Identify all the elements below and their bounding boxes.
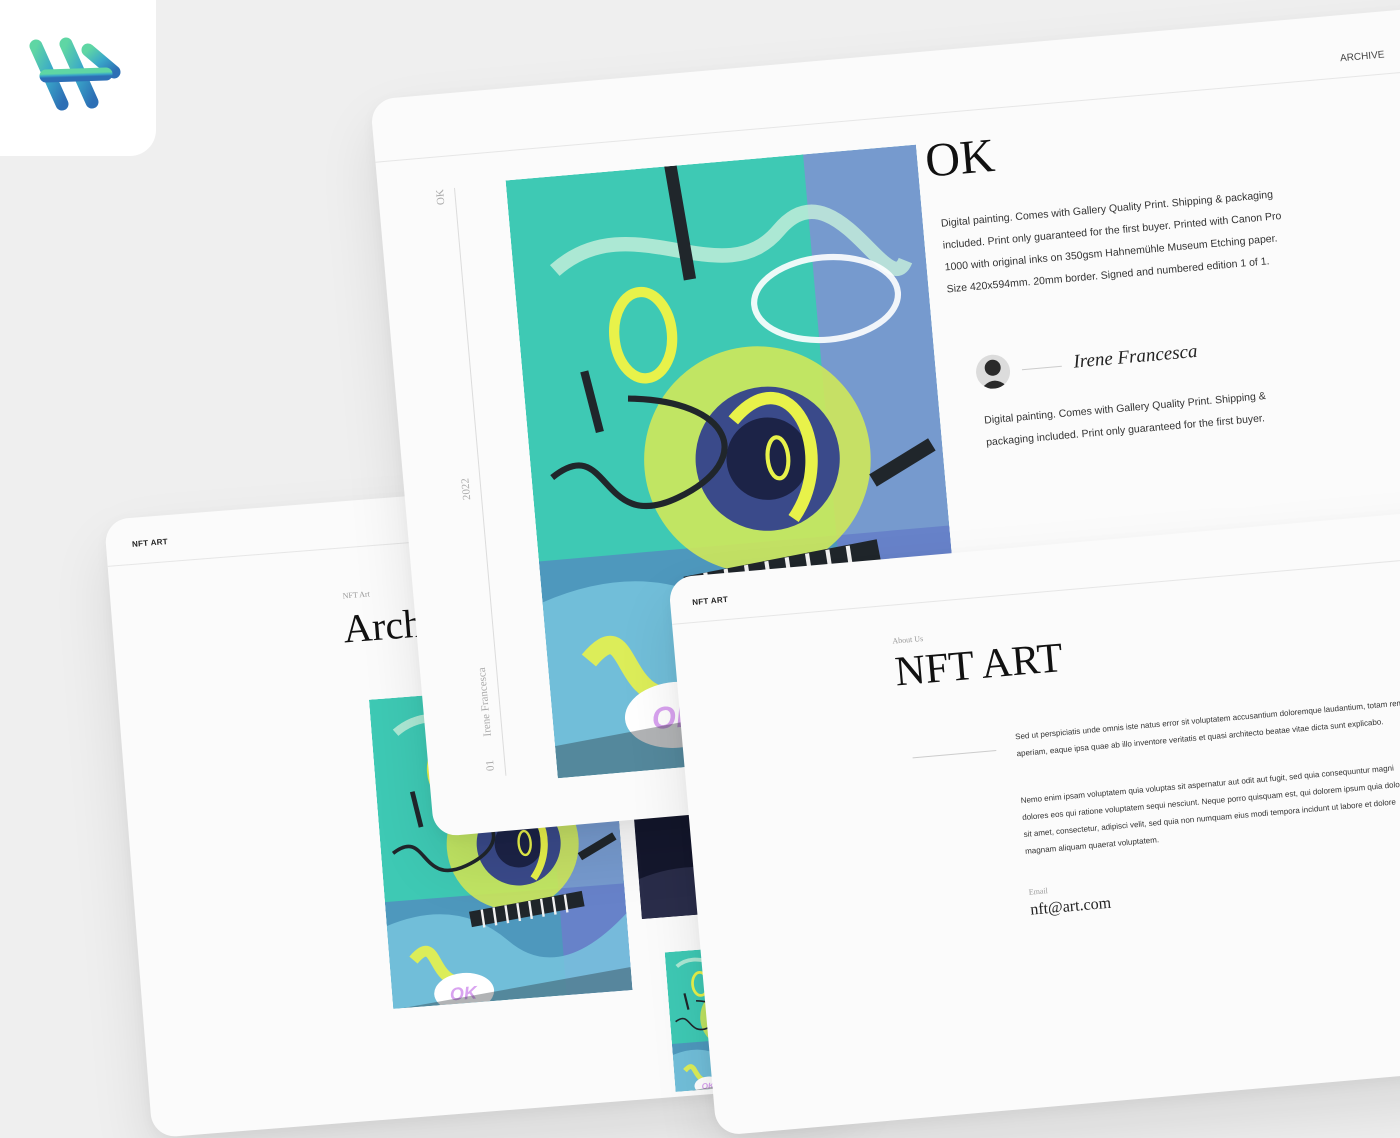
artist-dash	[1021, 365, 1062, 371]
email-label: Email	[1028, 886, 1049, 897]
about-page-card: NFT ART About Us NFT ART Sed ut perspici…	[668, 503, 1400, 1136]
brand-name[interactable]: NFT ART	[692, 595, 729, 607]
archive-eyebrow: NFT Art	[342, 589, 371, 601]
side-title: OK	[434, 188, 448, 206]
nav-archive-link[interactable]: ARCHIVE	[1340, 49, 1385, 64]
brand-name[interactable]: NFT ART	[132, 537, 169, 549]
artist-name[interactable]: Irene Francesca	[1073, 341, 1199, 374]
artist-note: Digital painting. Comes with Gallery Qua…	[983, 390, 1267, 449]
artist-avatar[interactable]	[974, 353, 1012, 391]
side-year: 2022	[459, 477, 474, 501]
about-paragraph-1: Sed ut perspiciatis unde omnis iste natu…	[1014, 698, 1400, 759]
artwork-title: OK	[923, 128, 997, 188]
brand-logo-icon	[29, 37, 121, 111]
about-divider	[912, 750, 997, 759]
artwork-description: Digital painting. Comes with Gallery Qua…	[940, 188, 1282, 296]
artist-portrait-icon	[980, 359, 1009, 390]
side-index: 01	[484, 759, 497, 772]
logo-card[interactable]	[0, 0, 156, 156]
about-eyebrow: About Us	[891, 634, 924, 646]
side-artist: Irene Francesca	[475, 666, 494, 737]
email-link[interactable]: nft@art.com	[1030, 895, 1112, 920]
about-paragraph-2: Nemo enim ipsam voluptatem quia voluptas…	[1020, 763, 1400, 856]
